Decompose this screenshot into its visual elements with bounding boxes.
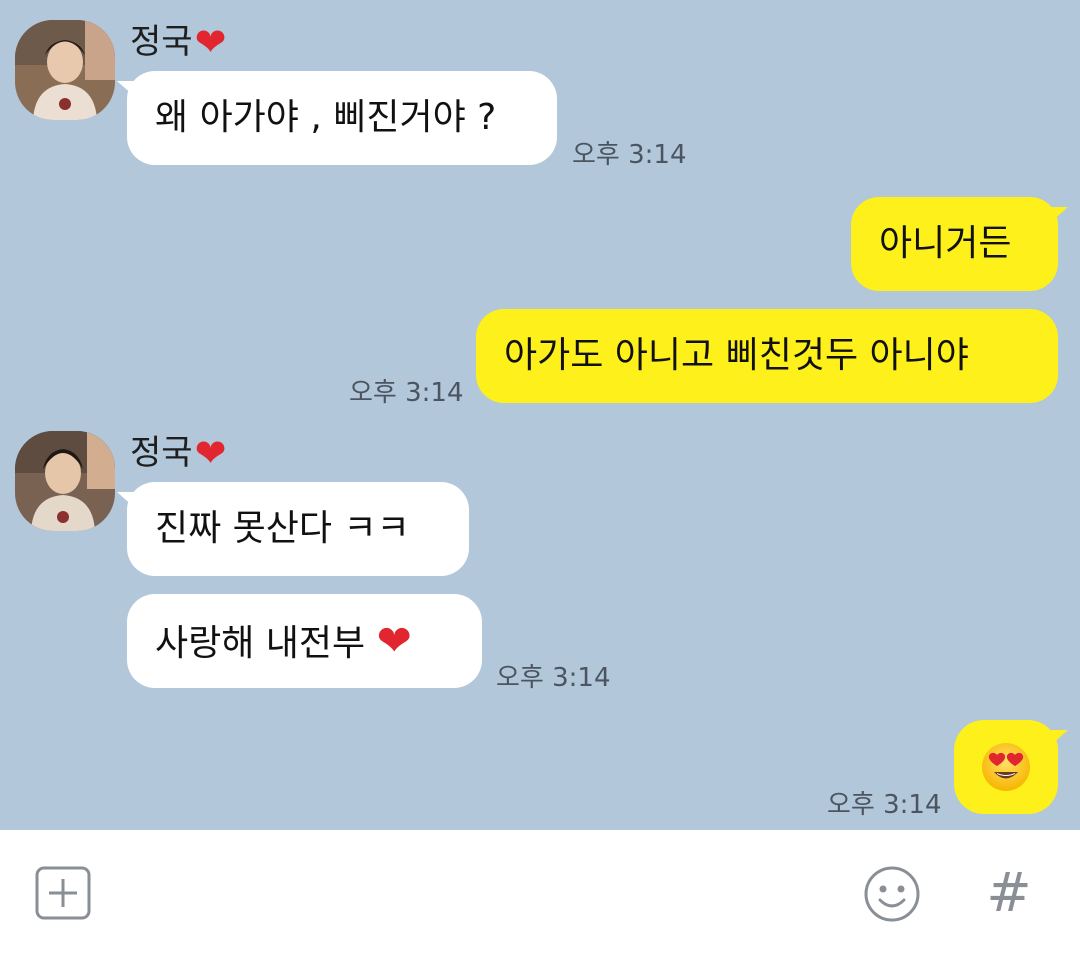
message-bubble-outgoing-emoji[interactable] <box>954 720 1068 814</box>
message-text: 진짜 못산다 ㅋㅋ <box>155 508 410 549</box>
hashtag-search-button[interactable]: # <box>984 860 1034 924</box>
message-timestamp: 오후 3:14 <box>496 663 611 693</box>
smiley-icon[interactable] <box>862 864 922 924</box>
message-bubble-incoming[interactable]: 왜 아가야 , 삐진거야 ? <box>117 71 557 165</box>
heart-icon: ❤ <box>194 20 227 64</box>
message-timestamp: 오후 3:14 <box>572 140 687 170</box>
message-timestamp: 오후 3:14 <box>349 378 464 408</box>
hash-icon: # <box>986 860 1032 924</box>
message-bubble-incoming[interactable]: 진짜 못산다 ㅋㅋ <box>117 482 469 576</box>
sender-avatar[interactable] <box>15 431 115 531</box>
message-bubble-outgoing[interactable]: 아니거든 <box>851 197 1068 291</box>
heart-emoji-icon: ❤ <box>376 616 412 665</box>
sender-name-text: 정국 <box>130 22 193 62</box>
message-text: 왜 아가야 , 삐진거야 ? <box>155 97 497 138</box>
heart-eyes-emoji-icon <box>982 743 1030 791</box>
message-text: 사랑해 내전부 <box>155 623 366 664</box>
message-text: 아가도 아니고 삐친것두 아니야 <box>504 335 969 376</box>
plus-square-icon[interactable] <box>34 866 92 920</box>
message-bubble-outgoing[interactable]: 아가도 아니고 삐친것두 아니야 <box>476 309 1058 403</box>
message-text: 아니거든 <box>879 223 1012 264</box>
message-bubble-incoming[interactable]: 사랑해 내전부 ❤ <box>127 594 482 688</box>
heart-icon: ❤ <box>194 431 227 475</box>
input-bar: # <box>0 830 1080 956</box>
message-timestamp: 오후 3:14 <box>827 790 942 820</box>
sender-name: 정국 ❤ <box>130 431 226 475</box>
sender-avatar[interactable] <box>15 20 115 120</box>
sender-name: 정국 ❤ <box>130 20 226 64</box>
chat-area[interactable]: 정국 ❤ 왜 아가야 , 삐진거야 ? 오후 3:14 아니거든 아가도 아니고 … <box>0 0 1080 830</box>
sender-name-text: 정국 <box>130 433 193 473</box>
